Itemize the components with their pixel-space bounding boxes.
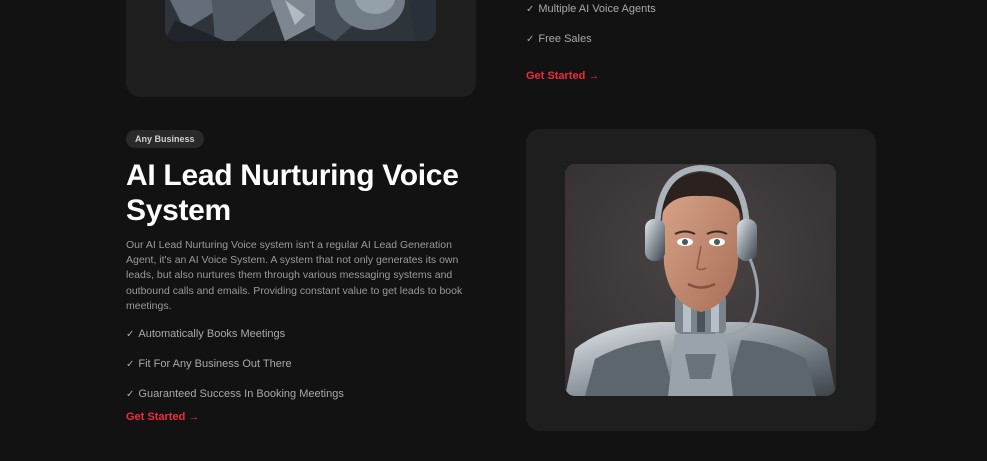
category-badge: Any Business <box>126 130 204 148</box>
feature-image-card <box>526 129 876 431</box>
arrow-right-icon: → <box>188 411 200 423</box>
check-icon: ✓ <box>126 329 135 340</box>
checklist-item: ✓ Guaranteed Success In Booking Meetings <box>126 388 344 400</box>
check-icon: ✓ <box>526 34 535 45</box>
get-started-link[interactable]: Get Started → <box>526 70 599 82</box>
top-checklist-item: ✓ Multiple AI Voice Agents <box>526 3 656 15</box>
top-checklist-item: ✓ Free Sales <box>526 33 592 45</box>
check-icon: ✓ <box>126 359 135 370</box>
robot-headset-image <box>565 164 836 396</box>
robot-arms-image <box>165 0 436 41</box>
checklist-item: ✓ Automatically Books Meetings <box>126 328 286 340</box>
feature-card-top <box>126 0 476 97</box>
section-title: AI Lead Nurturing Voice System <box>126 159 459 227</box>
check-icon: ✓ <box>126 389 135 400</box>
check-icon: ✓ <box>526 4 535 15</box>
arrow-right-icon: → <box>588 70 600 82</box>
section-description: Our AI Lead Nurturing Voice system isn't… <box>126 239 463 312</box>
checklist-item: ✓ Fit For Any Business Out There <box>126 358 292 370</box>
get-started-link[interactable]: Get Started → <box>126 411 199 423</box>
